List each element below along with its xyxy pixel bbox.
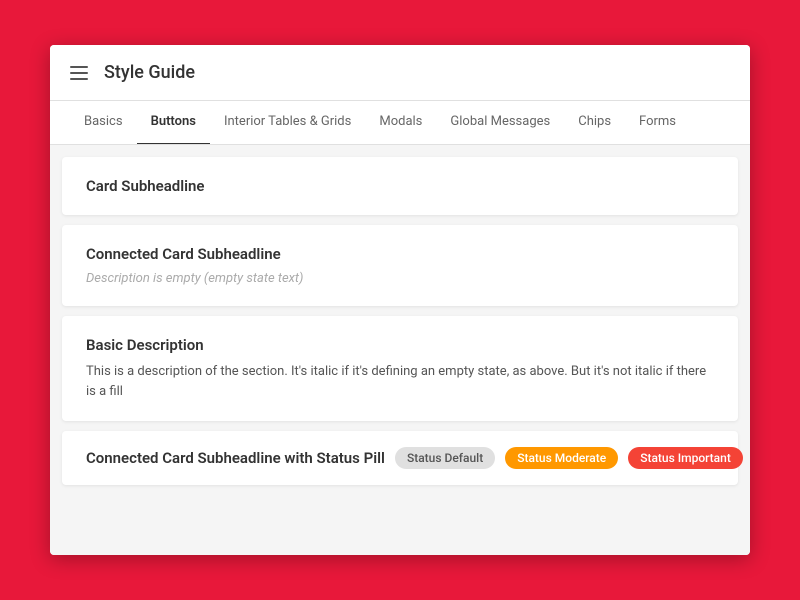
card-body-text: This is a description of the section. It… — [86, 362, 714, 401]
status-pill-moderate: Status Moderate — [505, 447, 618, 469]
tab-forms[interactable]: Forms — [625, 101, 690, 145]
content-area: Card Subheadline Connected Card Subheadl… — [50, 145, 750, 555]
card-title: Card Subheadline — [86, 177, 714, 195]
tab-buttons[interactable]: Buttons — [137, 101, 210, 145]
card-basic-description: Basic Description This is a description … — [62, 316, 738, 421]
hamburger-icon[interactable] — [70, 66, 88, 80]
tab-global-messages[interactable]: Global Messages — [436, 101, 564, 145]
header: Style Guide — [50, 45, 750, 101]
status-pill-important: Status Important — [628, 447, 743, 469]
app-window: Style Guide Basics Buttons Interior Tabl… — [50, 45, 750, 555]
tab-basics[interactable]: Basics — [70, 101, 137, 145]
tab-modals[interactable]: Modals — [365, 101, 436, 145]
tab-interior-tables[interactable]: Interior Tables & Grids — [210, 101, 365, 145]
card-with-status-pills: Connected Card Subheadline with Status P… — [62, 431, 738, 485]
card-connected-subheadline: Connected Card Subheadline Description i… — [62, 225, 738, 306]
tab-chips[interactable]: Chips — [564, 101, 625, 145]
bottom-card-title: Connected Card Subheadline with Status P… — [86, 449, 385, 467]
status-pill-default: Status Default — [395, 447, 495, 469]
nav-tabs: Basics Buttons Interior Tables & Grids M… — [50, 101, 750, 145]
card-title: Basic Description — [86, 336, 714, 354]
card-subheadline: Card Subheadline — [62, 157, 738, 215]
card-title: Connected Card Subheadline — [86, 245, 714, 263]
app-title: Style Guide — [104, 62, 195, 83]
card-description: Description is empty (empty state text) — [86, 271, 714, 286]
